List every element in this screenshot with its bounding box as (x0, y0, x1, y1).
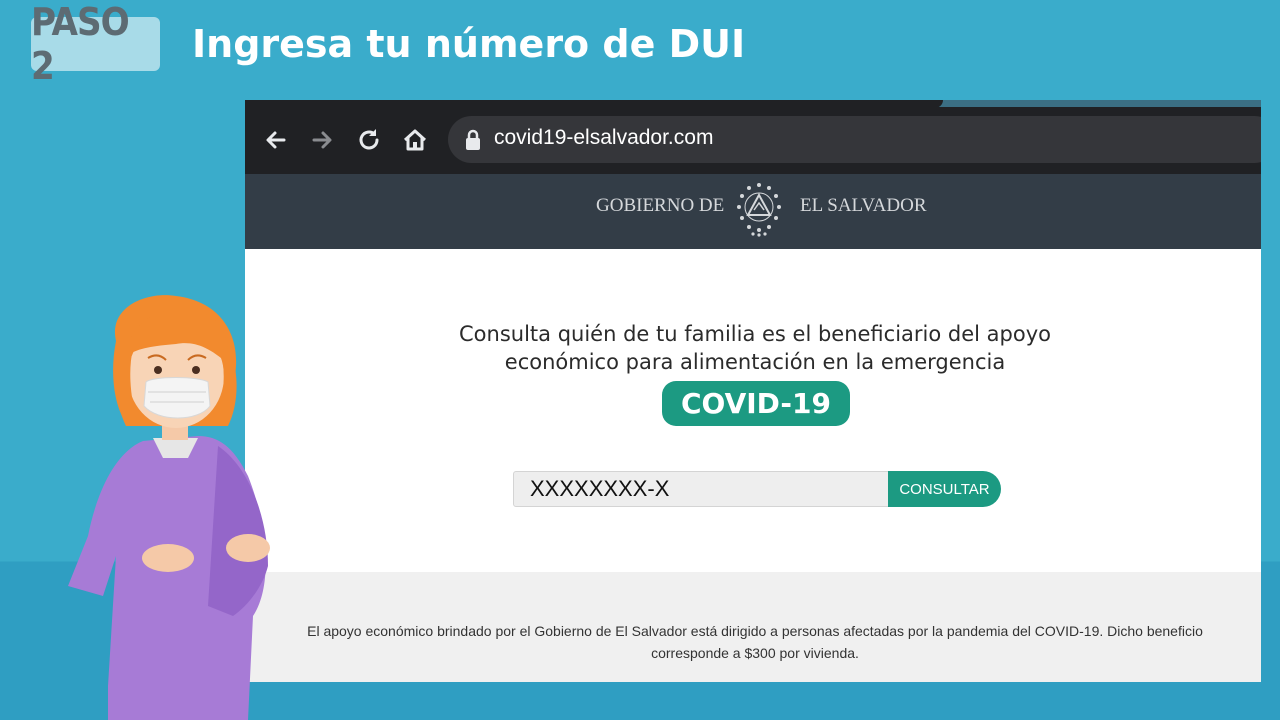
footer-line-1: El apoyo económico brindado por el Gobie… (307, 623, 1203, 639)
browser-toolbar: covid19-elsalvador.com (245, 107, 1261, 174)
reload-icon[interactable] (355, 126, 383, 154)
step-title: Ingresa tu número de DUI (192, 22, 746, 66)
lead-line-1: Consulta quién de tu familia es el benef… (459, 322, 1051, 346)
site-header: GOBIERNO DE EL SALVADOR (245, 174, 1261, 249)
footer-line-2: corresponde a $300 por vivienda. (651, 645, 859, 661)
site-footer: El apoyo económico brindado por el Gobie… (245, 572, 1261, 682)
arrow-right-icon[interactable] (308, 126, 336, 154)
home-icon[interactable] (401, 126, 429, 154)
step-badge: PASO 2 (31, 0, 160, 88)
dui-input[interactable]: XXXXXXXX-X (513, 471, 889, 507)
browser-window: covid19-elsalvador.com GOBIERNO DE EL SA… (245, 100, 1261, 682)
main-content: Consulta quién de tu familia es el benef… (245, 249, 1261, 572)
lead-text: Consulta quién de tu familia es el benef… (245, 320, 1261, 376)
pregnant-woman-illustration (68, 295, 270, 720)
address-bar[interactable]: covid19-elsalvador.com (448, 116, 1261, 163)
covid-badge: COVID-19 (662, 381, 850, 426)
coat-of-arms-icon (737, 183, 781, 237)
url-text[interactable]: covid19-elsalvador.com (494, 126, 713, 150)
lead-line-2: económico para alimentación en la emerge… (504, 350, 1006, 374)
footer-text: El apoyo económico brindado por el Gobie… (265, 620, 1245, 664)
header-el-salvador: EL SALVADOR (800, 195, 927, 216)
consultar-button[interactable]: CONSULTAR (888, 471, 1001, 507)
lock-icon (466, 129, 480, 150)
arrow-left-icon[interactable] (262, 126, 290, 154)
header-gobierno-de: GOBIERNO DE (596, 195, 725, 216)
